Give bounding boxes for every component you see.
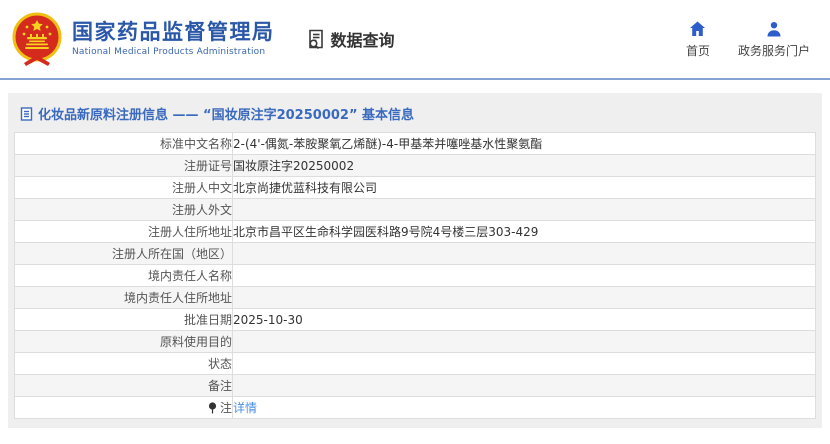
- field-value: 北京市昌平区生命科学园医科路9号院4号楼三层303-429: [233, 221, 816, 243]
- header-divider: [0, 78, 830, 80]
- info-table-wrap: 标准中文名称 2-(4'-偶氮-苯胺聚氧乙烯醚)-4-甲基苯并噻唑基水性聚氨酯 …: [14, 132, 816, 419]
- table-row: 注册人中文 北京尚捷优蓝科技有限公司: [15, 177, 816, 199]
- field-value: [233, 287, 816, 309]
- nav-portal[interactable]: 政务服务门户: [738, 19, 810, 59]
- field-value: [233, 375, 816, 397]
- field-label: 标准中文名称: [15, 133, 233, 155]
- table-row: 批准日期 2025-10-30: [15, 309, 816, 331]
- field-value: [233, 331, 816, 353]
- header-nav: 首页 政务服务门户: [686, 19, 816, 59]
- site-header: 国家药品监督管理局 National Medical Products Admi…: [0, 0, 830, 78]
- note-label: 注: [220, 399, 232, 416]
- page: { "header": { "agency_name_zh": "国家药品监督管…: [0, 0, 830, 444]
- field-label: 备注: [15, 375, 233, 397]
- field-label: 注册证号: [15, 155, 233, 177]
- page-title-text: 化妆品新原料注册信息 —— “国妆原注字20250002” 基本信息: [38, 104, 414, 123]
- field-label: 境内责任人住所地址: [15, 287, 233, 309]
- field-value-note: 详情: [233, 397, 816, 419]
- field-label: 原料使用目的: [15, 331, 233, 353]
- field-label: 状态: [15, 353, 233, 375]
- field-value: 国妆原注字20250002: [233, 155, 816, 177]
- data-query-label: 数据查询: [331, 27, 395, 51]
- field-label: 批准日期: [15, 309, 233, 331]
- nav-portal-label: 政务服务门户: [738, 42, 810, 59]
- field-value: [233, 243, 816, 265]
- field-label: 注册人中文: [15, 177, 233, 199]
- field-value: [233, 265, 816, 287]
- field-label: 境内责任人名称: [15, 265, 233, 287]
- field-value: 北京尚捷优蓝科技有限公司: [233, 177, 816, 199]
- field-value: 2-(4'-偶氮-苯胺聚氧乙烯醚)-4-甲基苯并噻唑基水性聚氨酯: [233, 133, 816, 155]
- table-row: 原料使用目的: [15, 331, 816, 353]
- table-row: 注册人所在国（地区）: [15, 243, 816, 265]
- agency-name-zh: 国家药品监督管理局: [72, 21, 275, 44]
- table-row: 境内责任人名称: [15, 265, 816, 287]
- field-label: 注册人所在国（地区）: [15, 243, 233, 265]
- table-row: 状态: [15, 353, 816, 375]
- table-row: 注册人住所地址 北京市昌平区生命科学园医科路9号院4号楼三层303-429: [15, 221, 816, 243]
- home-icon: [689, 19, 706, 37]
- field-value: [233, 353, 816, 375]
- field-label-note: 注: [15, 397, 233, 419]
- field-value: [233, 199, 816, 221]
- table-row: 标准中文名称 2-(4'-偶氮-苯胺聚氧乙烯醚)-4-甲基苯并噻唑基水性聚氨酯: [15, 133, 816, 155]
- table-row: 注册人外文: [15, 199, 816, 221]
- data-query-tab[interactable]: 数据查询: [305, 27, 395, 51]
- user-icon: [766, 19, 782, 37]
- page-title: 化妆品新原料注册信息 —— “国妆原注字20250002” 基本信息: [8, 93, 822, 132]
- details-link[interactable]: 详情: [233, 401, 257, 415]
- nav-home-label: 首页: [686, 42, 710, 59]
- table-row: 注 详情: [15, 397, 816, 419]
- document-icon: [20, 107, 33, 121]
- table-row: 注册证号 国妆原注字20250002: [15, 155, 816, 177]
- table-row: 境内责任人住所地址: [15, 287, 816, 309]
- pin-icon: [208, 402, 217, 414]
- agency-name-en: National Medical Products Administration: [72, 47, 275, 57]
- field-label: 注册人住所地址: [15, 221, 233, 243]
- field-label: 注册人外文: [15, 199, 233, 221]
- info-table: 标准中文名称 2-(4'-偶氮-苯胺聚氧乙烯醚)-4-甲基苯并噻唑基水性聚氨酯 …: [14, 132, 816, 419]
- field-value: 2025-10-30: [233, 309, 816, 331]
- content-panel: 化妆品新原料注册信息 —— “国妆原注字20250002” 基本信息 标准中文名…: [8, 93, 822, 428]
- agency-title-block: 国家药品监督管理局 National Medical Products Admi…: [72, 21, 275, 57]
- data-query-icon: [305, 28, 327, 50]
- table-row: 备注: [15, 375, 816, 397]
- nav-home[interactable]: 首页: [686, 19, 710, 59]
- national-emblem-logo: [10, 11, 64, 67]
